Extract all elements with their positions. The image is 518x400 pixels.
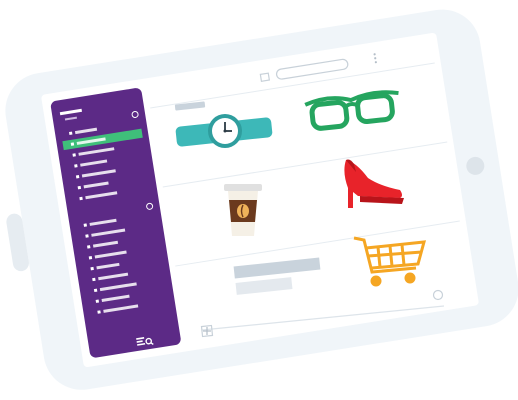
sidebar-item-bullet <box>93 288 98 293</box>
sidebar-item-bullet <box>83 223 87 227</box>
sidebar-item-bullet <box>97 310 101 314</box>
tablet-illustration <box>0 0 518 400</box>
sidebar-item-bullet <box>77 185 82 190</box>
sidebar-item-bullet <box>92 277 96 282</box>
sidebar-item-bullet <box>87 245 91 249</box>
sidebar-item-bullet <box>74 164 78 168</box>
sidebar-item-bullet <box>88 256 93 260</box>
sidebar-item-bullet <box>72 153 76 157</box>
sidebar-item-bullet <box>69 131 73 136</box>
tablet-device <box>5 9 518 390</box>
sidebar-item-bullet <box>75 175 80 179</box>
sidebar-item-bullet <box>95 299 100 303</box>
sidebar-item-bullet <box>85 234 89 238</box>
tablet-scene <box>5 9 518 390</box>
sidebar-item-bullet <box>79 196 83 201</box>
sidebar-item-bullet <box>90 266 94 271</box>
sidebar-item-bullet <box>70 142 75 146</box>
